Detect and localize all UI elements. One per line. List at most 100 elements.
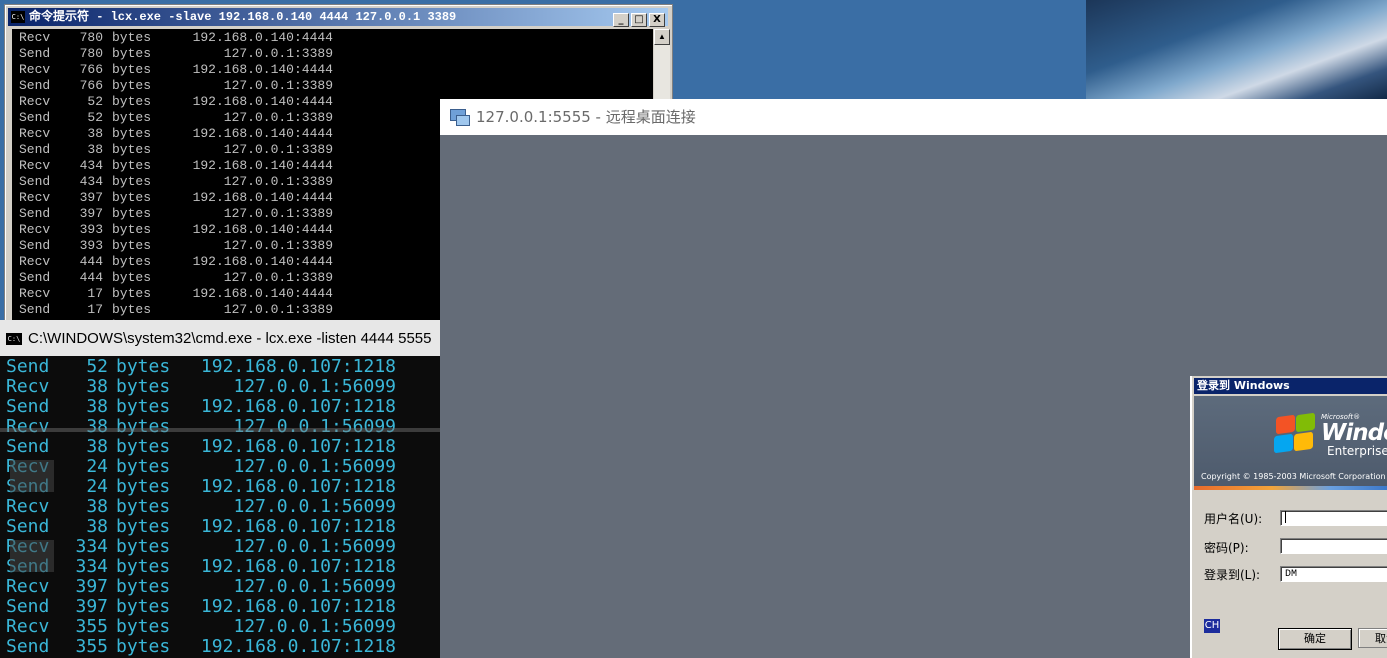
console-window-listen[interactable]: Send 52 bytes 192.168.0.107:1218 Recv 38 bytes… [0,320,440,658]
console-line-unit: bytes [112,142,152,157]
console-line-unit: bytes [112,30,152,45]
console-line-num: 766 [79,78,103,93]
console-window-slave-title: 命令提示符 - lcx.exe -slave 192.168.0.140 444… [29,10,457,24]
console-line-num: 38 [86,436,108,457]
maximize-button[interactable]: □ [631,13,647,27]
console-line-dir: Send [6,636,50,657]
console-line-dir: Recv [19,286,51,301]
console-line-addr: 127.0.0.1:56099 [233,496,396,517]
console-line-dir: Recv [19,222,51,237]
console-line-unit: bytes [116,556,171,577]
remote-desktop-title: 127.0.0.1:5555 - 远程桌面连接 [476,108,696,126]
password-field[interactable] [1280,538,1387,554]
console-line-num: 52 [86,356,108,377]
console-line-num: 355 [75,616,108,637]
close-button[interactable]: X [649,13,665,27]
domain-select[interactable]: DM [1280,566,1387,582]
console-line-dir: Recv [6,376,50,397]
console-line-num: 24 [86,476,108,497]
console-line-unit: bytes [112,110,152,125]
console-line-dir: Recv [19,126,51,141]
console-line-dir: Send [19,206,51,221]
console-line-unit: bytes [116,596,171,617]
remote-desktop-titlebar[interactable]: 127.0.0.1:5555 - 远程桌面连接 [440,99,1387,135]
minimize-button[interactable]: _ [613,13,629,27]
console-window-listen-titlebar[interactable]: C:\ C:\WINDOWS\system32\cmd.exe - lcx.exe… [0,320,440,356]
console-line-addr: 192.168.0.140:4444 [192,254,333,269]
console-line-num: 397 [79,206,103,221]
console-line-unit: bytes [116,576,171,597]
console-line-dir: Recv [6,616,50,637]
console-line-num: 38 [86,496,108,517]
console-window-listen-output[interactable]: Send 52 bytes 192.168.0.107:1218 Recv 38 bytes… [0,356,440,658]
username-field[interactable] [1280,510,1387,526]
console-line-dir: Recv [6,576,50,597]
console-line-num: 24 [86,456,108,477]
console-line-addr: 127.0.0.1:56099 [233,576,396,597]
console-line-addr: 127.0.0.1:56099 [233,376,396,397]
cancel-button[interactable]: 取消 [1358,628,1387,648]
console-line-num: 434 [79,158,103,173]
ok-button[interactable]: 确定 [1278,628,1352,650]
console-line-num: 444 [79,254,103,269]
console-line-dir: Send [6,516,50,537]
console-line-num: 38 [86,516,108,537]
console-line-dir: Recv [19,254,51,269]
console-line-unit: bytes [116,456,171,477]
console-line-unit: bytes [116,476,171,497]
console-line-addr: 192.168.0.107:1218 [200,596,396,617]
login-dialog-title: 登录到 Windows [1194,378,1387,394]
console-line-dir: Send [6,396,50,417]
console-line-addr: 192.168.0.107:1218 [200,356,396,377]
console-line-num: 393 [79,238,103,253]
console-line-dir: Send [19,78,51,93]
console-line-num: 397 [75,596,108,617]
console-line-addr: 127.0.0.1:3389 [223,238,333,253]
console-window-listen-title: C:\WINDOWS\system32\cmd.exe - lcx.exe -l… [28,330,432,347]
console-line-dir: Send [19,110,51,125]
window-overlap-shadow [0,428,440,432]
console-line-addr: 192.168.0.107:1218 [200,556,396,577]
console-line-unit: bytes [116,516,171,537]
console-line-unit: bytes [112,46,152,61]
console-line-dir: Recv [6,496,50,517]
console-line-unit: bytes [112,174,152,189]
console-line-addr: 127.0.0.1:3389 [223,174,333,189]
edition-text: Enterprise [1327,444,1387,458]
console-line-dir: Send [19,238,51,253]
console-line-unit: bytes [112,238,152,253]
console-line-addr: 192.168.0.140:4444 [192,62,333,77]
console-line-addr: 127.0.0.1:3389 [223,302,333,317]
password-label: 密码(P): [1204,541,1249,555]
console-line-dir: Send [19,142,51,157]
console-line-num: 397 [79,190,103,205]
console-line-addr: 127.0.0.1:56099 [233,616,396,637]
console-line-unit: bytes [112,94,152,109]
console-line-dir: Recv [19,30,51,45]
language-indicator[interactable]: CH [1204,619,1220,633]
console-line-num: 17 [87,286,103,301]
console-line-dir: Send [6,436,50,457]
console-line-addr: 192.168.0.107:1218 [200,436,396,457]
console-line-unit: bytes [112,206,152,221]
domain-label: 登录到(L): [1204,568,1261,582]
console-line-unit: bytes [112,158,152,173]
console-line-num: 780 [79,30,103,45]
console-line-addr: 127.0.0.1:56099 [233,416,396,437]
console-line-num: 38 [87,142,103,157]
console-line-addr: 127.0.0.1:56099 [233,536,396,557]
console-line-addr: 127.0.0.1:3389 [223,46,333,61]
console-line-unit: bytes [116,636,171,657]
windows-login-dialog[interactable]: 登录到 Windows Microsoft® Windows Enterpris… [1190,376,1387,658]
console-line-unit: bytes [116,396,171,417]
console-line-unit: bytes [112,302,152,317]
console-line-unit: bytes [116,416,171,437]
console-line-unit: bytes [116,536,171,557]
banner-color-stripe [1194,486,1387,490]
console-app-icon: C:\ [11,11,25,23]
console-line-num: 766 [79,62,103,77]
console-line-dir: Send [19,174,51,189]
console-window-slave-titlebar[interactable]: C:\ 命令提示符 - lcx.exe -slave 192.168.0.140 … [8,8,668,27]
console-line-dir: Send [6,596,50,617]
scroll-up-arrow-icon[interactable]: ▲ [654,29,670,45]
